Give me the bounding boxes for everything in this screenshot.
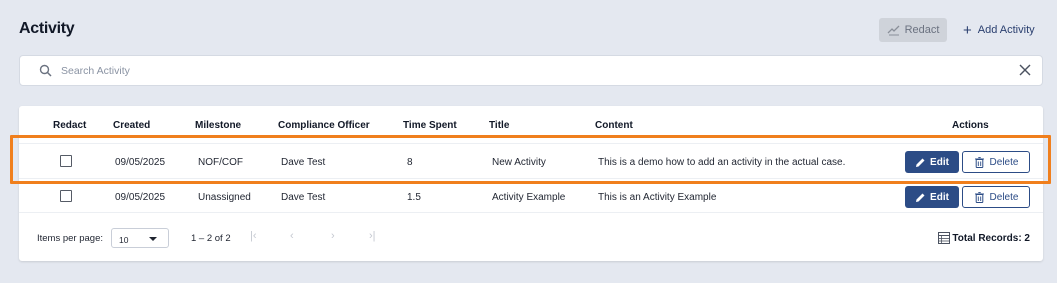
total-records: Total Records: 2 xyxy=(938,232,1030,244)
redact-checkbox[interactable] xyxy=(60,190,72,202)
table-row: 09/05/2025 Unassigned Dave Test 1.5 Acti… xyxy=(19,178,1043,213)
cell-title: New Activity xyxy=(492,157,546,168)
delete-button-label: Delete xyxy=(989,156,1019,168)
cell-time-spent: 1.5 xyxy=(407,192,421,203)
first-page-icon[interactable]: |‹ xyxy=(250,230,257,242)
delete-button[interactable]: Delete xyxy=(962,186,1030,208)
page-title: Activity xyxy=(19,20,75,37)
add-activity-button[interactable]: + Add Activity xyxy=(963,18,1035,42)
column-header-milestone: Milestone xyxy=(195,120,242,131)
column-header-compliance-officer: Compliance Officer xyxy=(278,120,370,131)
trash-icon xyxy=(974,191,984,203)
page-range-label: 1 – 2 of 2 xyxy=(191,233,231,244)
column-header-redact: Redact xyxy=(53,120,87,131)
cell-content: This is an Activity Example xyxy=(598,192,717,203)
total-records-label: Total Records: 2 xyxy=(952,232,1030,244)
edit-button-label: Edit xyxy=(930,191,949,203)
search-icon xyxy=(39,64,52,77)
search-input[interactable] xyxy=(61,61,961,81)
add-activity-label: Add Activity xyxy=(977,24,1035,36)
pagination: Items per page: 10 1 – 2 of 2 |‹ ‹ › ›| … xyxy=(19,226,1043,256)
cell-title: Activity Example xyxy=(492,192,566,203)
pencil-icon xyxy=(916,158,925,167)
redact-checkbox[interactable] xyxy=(60,155,72,167)
search-bar xyxy=(19,55,1043,86)
cell-compliance-officer: Dave Test xyxy=(281,192,326,203)
redact-button-label: Redact xyxy=(904,24,940,36)
plus-icon: + xyxy=(963,21,972,39)
activity-table: Redact Created Milestone Compliance Offi… xyxy=(19,106,1043,261)
next-page-icon[interactable]: › xyxy=(331,230,335,242)
table-list-icon xyxy=(938,232,951,244)
redact-button[interactable]: Redact xyxy=(879,18,947,42)
column-header-created: Created xyxy=(113,120,151,131)
cell-compliance-officer: Dave Test xyxy=(281,157,326,168)
column-header-content: Content xyxy=(595,120,633,131)
redact-icon xyxy=(887,25,900,36)
edit-button[interactable]: Edit xyxy=(905,151,959,173)
previous-page-icon[interactable]: ‹ xyxy=(290,230,294,242)
delete-button[interactable]: Delete xyxy=(962,151,1030,173)
cell-content: This is a demo how to add an activity in… xyxy=(598,157,846,168)
column-header-actions: Actions xyxy=(952,120,989,131)
trash-icon xyxy=(974,156,984,168)
edit-button[interactable]: Edit xyxy=(905,186,959,208)
page-size-select[interactable]: 10 xyxy=(111,228,169,248)
column-header-title: Title xyxy=(489,120,510,131)
page-size-value: 10 xyxy=(119,235,129,245)
cell-time-spent: 8 xyxy=(407,157,413,168)
last-page-icon[interactable]: ›| xyxy=(369,230,376,242)
cell-created: 09/05/2025 xyxy=(115,157,166,168)
cell-created: 09/05/2025 xyxy=(115,192,166,203)
table-row: 09/05/2025 NOF/COF Dave Test 8 New Activ… xyxy=(19,143,1043,178)
pencil-icon xyxy=(916,193,925,202)
chevron-down-icon xyxy=(149,237,157,241)
column-header-time-spent: Time Spent xyxy=(403,120,457,131)
cell-milestone: Unassigned xyxy=(198,192,251,203)
cell-milestone: NOF/COF xyxy=(198,157,243,168)
close-icon[interactable] xyxy=(1019,64,1031,76)
edit-button-label: Edit xyxy=(930,156,949,168)
items-per-page-label: Items per page: xyxy=(37,233,104,244)
delete-button-label: Delete xyxy=(989,191,1019,203)
